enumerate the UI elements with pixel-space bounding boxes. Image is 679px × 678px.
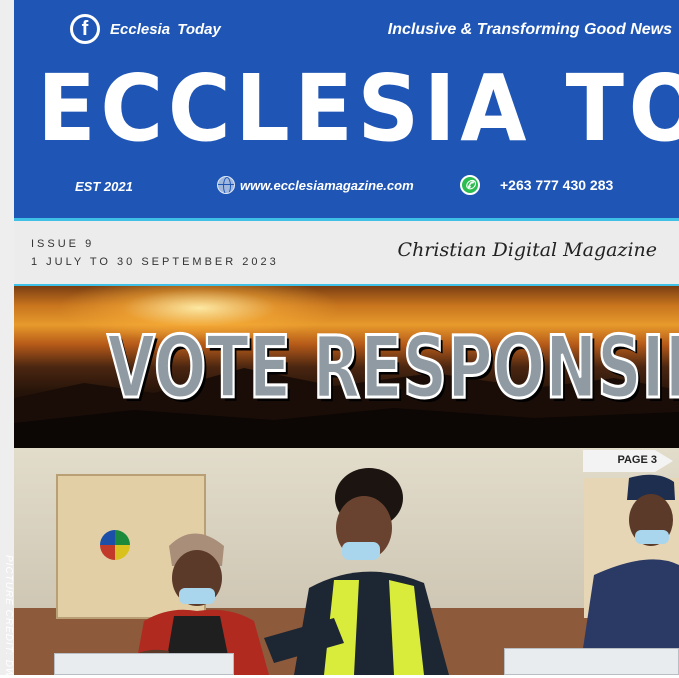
facebook-handle: Ecclesia Today — [110, 20, 221, 38]
whatsapp-icon: ✆ — [460, 175, 480, 195]
issue-number: ISSUE 9 — [31, 238, 95, 250]
tagline: Inclusive & Transforming Good News — [387, 21, 672, 38]
established-label: EST 2021 — [75, 179, 133, 194]
website-link[interactable]: www.ecclesiamagazine.com — [217, 176, 414, 194]
poll-officer-figure — [264, 468, 449, 675]
issue-band: ISSUE 9 1 JULY TO 30 SEPTEMBER 2023 Chri… — [14, 221, 679, 284]
magazine-subtitle: Christian Digital Magazine — [397, 239, 657, 261]
cover-photo — [14, 448, 679, 675]
website-text: www.ecclesiamagazine.com — [240, 177, 414, 193]
facebook-link[interactable]: f Ecclesia Today — [70, 14, 221, 44]
ballot-box-right — [504, 648, 679, 675]
police-officer-figure — [579, 474, 679, 675]
issue-dates: 1 JULY TO 30 SEPTEMBER 2023 — [31, 256, 279, 268]
globe-icon — [217, 176, 235, 194]
page-tag-label: PAGE 3 — [617, 454, 657, 466]
phone-number: +263 777 430 283 — [500, 177, 614, 193]
headline: VOTE RESPONSIBLY — [106, 317, 679, 420]
magazine-title: ECCLESIA TODAY — [37, 55, 679, 162]
whatsapp-contact[interactable]: ✆ +263 777 430 283 — [460, 175, 613, 195]
contact-row: EST 2021 www.ecclesiamagazine.com ✆ +263… — [14, 175, 679, 198]
picture-credit: PICTURE CREDIT: DW — [3, 555, 14, 678]
ballot-box — [54, 653, 234, 675]
masthead: f Ecclesia Today Inclusive & Transformin… — [14, 0, 679, 218]
facebook-icon: f — [70, 14, 100, 44]
magazine-cover: f Ecclesia Today Inclusive & Transformin… — [14, 0, 679, 675]
